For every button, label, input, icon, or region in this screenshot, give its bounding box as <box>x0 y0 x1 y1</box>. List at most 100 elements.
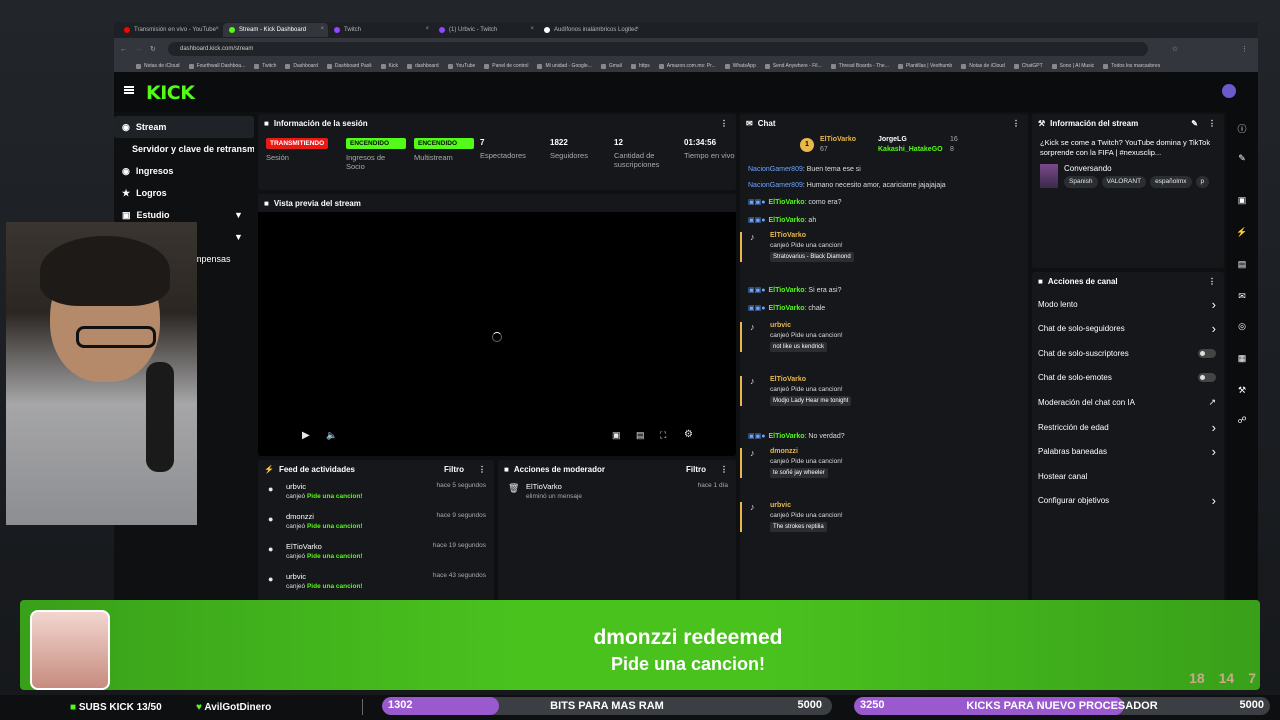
redeem-user[interactable]: dmonzzi <box>770 448 1020 455</box>
sidebar-item-stream[interactable]: ◉ Stream <box>114 116 254 138</box>
bookmark-item[interactable]: Send Anywhere - Fil... <box>764 63 822 69</box>
camera-icon[interactable]: ▣ <box>1234 192 1250 208</box>
back-icon[interactable]: ← <box>120 46 127 53</box>
channel-action-item[interactable]: Moderación del chat con IA ↗ <box>1038 390 1216 414</box>
feed-filter-button[interactable]: Filtro <box>444 465 464 474</box>
more-options-icon[interactable]: ⋮ <box>1208 119 1216 128</box>
pip-icon[interactable]: ▣ <box>612 430 621 441</box>
lightning-icon[interactable]: ⚡ <box>1234 224 1250 240</box>
tag-pill[interactable]: españolmx <box>1150 176 1192 188</box>
bookmark-item[interactable]: Plantillas | Vexthumb <box>897 63 952 69</box>
star-icon[interactable]: ☆ <box>1172 45 1178 53</box>
redeem-user[interactable]: ElTioVarko <box>770 232 1020 239</box>
forward-icon[interactable]: → <box>135 46 142 53</box>
bookmark-item[interactable]: Fourthwall Dashboa... <box>188 63 245 69</box>
close-icon[interactable]: × <box>635 26 639 32</box>
tag-pill[interactable]: VALORANT <box>1101 176 1147 188</box>
volume-icon[interactable]: 🔈 <box>326 430 337 441</box>
bookmark-item[interactable]: Gmail <box>600 63 622 69</box>
lightning-icon: ⚡ <box>264 464 274 474</box>
browser-tab[interactable]: (1) Urbvic - Twitch × <box>433 23 538 37</box>
tag-pill[interactable]: Spanish <box>1064 176 1098 188</box>
bookmark-item[interactable]: Panel de control <box>484 63 528 69</box>
bookmark-label: Panel de control <box>492 63 529 69</box>
tag-pill[interactable]: p <box>1195 176 1210 188</box>
bookmark-item[interactable]: Kick <box>380 63 398 69</box>
wrench-icon[interactable]: ⚒ <box>1234 382 1250 398</box>
sidebar-item-logros[interactable]: ★ Logros <box>114 182 254 204</box>
bookmark-item[interactable]: Sono | AI Music <box>1051 63 1094 69</box>
info-icon[interactable]: ⓘ <box>1234 120 1250 136</box>
bookmark-item[interactable]: Notas de iCloud <box>961 63 1005 69</box>
channel-action-item[interactable]: Hostear canal <box>1038 464 1216 488</box>
toggle-switch[interactable] <box>1198 373 1216 383</box>
channel-action-item[interactable]: Chat de solo-emotes <box>1038 366 1216 390</box>
bookmark-item[interactable]: Notas de iCloud <box>136 63 180 69</box>
clipboard-icon[interactable]: ▤ <box>1234 256 1250 272</box>
close-icon[interactable]: × <box>530 26 534 32</box>
user-avatar[interactable] <box>1222 84 1236 98</box>
pencil-icon[interactable]: ✎ <box>1234 150 1250 166</box>
bookmark-item[interactable]: Twitch <box>254 63 276 69</box>
hamburger-menu-icon[interactable] <box>124 86 134 94</box>
menu-dots-icon[interactable]: ⋮ <box>1241 45 1248 53</box>
layout-icon[interactable]: ▦ <box>1234 350 1250 366</box>
theater-icon[interactable]: ▤ <box>636 430 645 441</box>
chat-username[interactable]: ElTioVarko <box>768 433 804 440</box>
category-name[interactable]: Conversando <box>1064 164 1112 173</box>
settings-icon[interactable]: ⚙ <box>684 429 693 440</box>
more-options-icon[interactable]: ⋮ <box>720 465 728 474</box>
chat-username[interactable]: ElTioVarko <box>768 199 804 206</box>
channel-action-item[interactable]: Modo lento › <box>1038 292 1216 316</box>
channel-action-item[interactable]: Chat de solo-seguidores › <box>1038 317 1216 341</box>
chat-username[interactable]: ElTioVarko <box>768 217 804 224</box>
channel-action-item[interactable]: Palabras baneadas › <box>1038 440 1216 464</box>
close-icon[interactable]: × <box>425 26 429 32</box>
bookmark-item[interactable]: YouTube <box>447 63 475 69</box>
browser-tab[interactable]: Twitch × <box>328 23 433 37</box>
bookmark-item[interactable]: Dashboard <box>285 63 318 69</box>
bookmark-item[interactable]: ChatGPT <box>1013 63 1043 69</box>
chat-username[interactable]: ElTioVarko <box>768 287 804 294</box>
sidebar-item-server-key[interactable]: Servidor y clave de retransmisión <box>114 138 254 160</box>
share-icon[interactable]: ☍ <box>1234 412 1250 428</box>
broadcast-icon[interactable]: ◎ <box>1234 318 1250 334</box>
sidebar-item-ingresos[interactable]: ◉ Ingresos <box>114 160 254 182</box>
redeem-user[interactable]: urbvic <box>770 502 1020 509</box>
chat-username[interactable]: NacionGamer809 <box>748 182 803 189</box>
bookmark-item[interactable]: Todos los marcadores <box>1103 63 1160 69</box>
more-options-icon[interactable]: ⋮ <box>478 465 486 474</box>
chat-username[interactable]: NacionGamer809 <box>748 166 803 173</box>
browser-tab[interactable]: Transmisión en vivo - YouTube × <box>118 23 223 37</box>
more-options-icon[interactable]: ⋮ <box>1208 277 1216 286</box>
chat-username[interactable]: ElTioVarko <box>768 305 804 312</box>
browser-tab[interactable]: Stream - Kick Dashboard × <box>223 23 328 37</box>
browser-tab[interactable]: Audífonos inalámbricos Logitec × <box>538 23 643 37</box>
redeem-user[interactable]: urbvic <box>770 322 1020 329</box>
toggle-switch[interactable] <box>1198 348 1216 358</box>
kick-logo[interactable]: KICK <box>146 82 195 104</box>
more-options-icon[interactable]: ⋮ <box>1012 119 1020 128</box>
more-options-icon[interactable]: ⋮ <box>720 119 728 128</box>
fullscreen-icon[interactable]: ⛶ <box>660 430 666 441</box>
url-field[interactable]: dashboard.kick.com/stream <box>168 42 1148 56</box>
bookmark-item[interactable]: WhatsApp <box>724 63 756 69</box>
message-icon[interactable]: ✉ <box>1234 288 1250 304</box>
reload-icon[interactable]: ↻ <box>150 45 156 53</box>
channel-action-item[interactable]: Configurar objetivos › <box>1038 489 1216 513</box>
bookmark-item[interactable]: dashboard <box>407 63 439 69</box>
channel-action-item[interactable]: Chat de solo-suscriptores <box>1038 341 1216 365</box>
redeem-user[interactable]: ElTioVarko <box>770 376 1020 383</box>
bookmark-item[interactable]: Thread Boards - The... <box>830 63 889 69</box>
edit-icon[interactable]: ✎ <box>1191 119 1198 128</box>
close-icon[interactable]: × <box>320 26 324 32</box>
channel-action-item[interactable]: Restricción de edad › <box>1038 415 1216 439</box>
bookmark-item[interactable]: Amazon.com.mx: Pr... <box>658 63 716 69</box>
mod-filter-button[interactable]: Filtro <box>686 465 706 474</box>
mod-action-row: 🗑 ElTioVarko eliminó un mensaje hace 1 d… <box>508 482 728 500</box>
bookmark-item[interactable]: Dashboard Paxli <box>326 63 372 69</box>
play-icon[interactable]: ▶ <box>302 430 310 441</box>
bookmark-item[interactable]: Mi unidad - Google... <box>537 63 592 69</box>
close-icon[interactable]: × <box>215 26 219 32</box>
bookmark-item[interactable]: https <box>630 63 650 69</box>
